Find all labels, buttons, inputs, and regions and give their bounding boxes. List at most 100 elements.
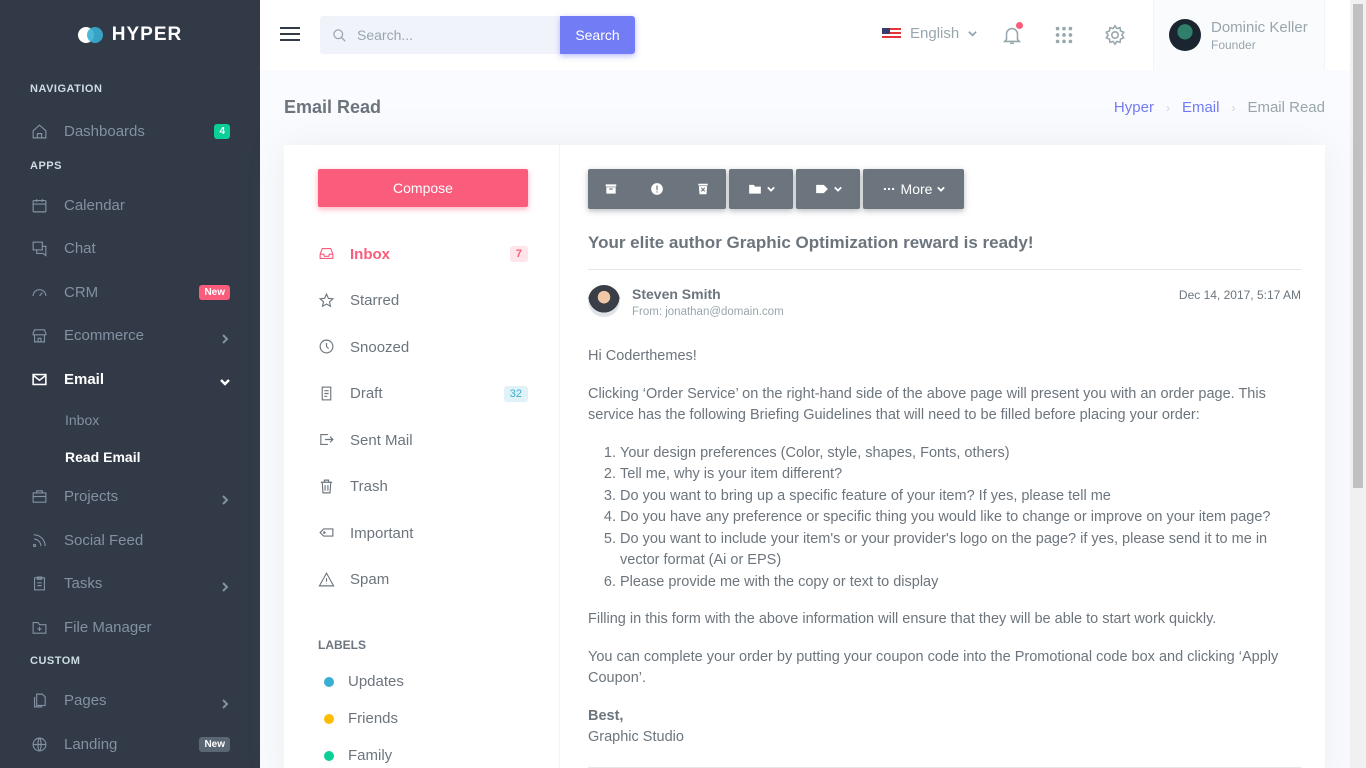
move-to-folder-button[interactable] xyxy=(729,169,793,209)
inbox-icon xyxy=(318,245,336,263)
email-signature: Best, Graphic Studio xyxy=(588,706,1301,749)
folder-starred[interactable]: Starred xyxy=(318,278,528,325)
email-paragraph: Clicking ‘Order Service’ on the right-ha… xyxy=(588,385,1266,424)
notification-dot xyxy=(1016,22,1023,29)
tag-icon xyxy=(318,524,336,542)
folder-spam[interactable]: Spam xyxy=(318,557,528,604)
calendar-icon xyxy=(30,196,48,214)
folder-label: Sent Mail xyxy=(350,431,413,449)
sidebar-item-projects[interactable]: Projects xyxy=(0,475,260,519)
label-family[interactable]: Family xyxy=(324,737,404,768)
draft-count: 32 xyxy=(503,385,528,402)
list-item: Tell me, why is your item different? xyxy=(620,464,1301,486)
sidebar-item-social-feed[interactable]: Social Feed xyxy=(0,519,260,563)
apps-button[interactable] xyxy=(1053,24,1077,48)
section-navigation: NAVIGATION xyxy=(30,83,103,95)
archive-button[interactable] xyxy=(588,169,634,209)
rss-icon xyxy=(30,531,48,549)
brand-logo[interactable]: HYPER xyxy=(0,0,260,70)
delete-icon xyxy=(698,183,708,195)
document-icon xyxy=(318,385,336,403)
sidebar-item-landing[interactable]: Landing New xyxy=(0,723,260,767)
sidebar-item-label: Calendar xyxy=(64,196,125,214)
user-menu[interactable]: Dominic Keller Founder xyxy=(1153,0,1325,70)
search-input[interactable] xyxy=(357,27,537,43)
us-flag-icon xyxy=(882,27,901,40)
sidebar-item-pages[interactable]: Pages xyxy=(0,679,260,723)
list-item: Do you want to bring up a specific featu… xyxy=(620,486,1301,508)
section-custom: CUSTOM xyxy=(30,655,81,667)
folder-important[interactable]: Important xyxy=(318,510,528,557)
folder-label: Trash xyxy=(350,478,388,496)
sidebar-item-label: Chat xyxy=(64,240,96,258)
label-button[interactable] xyxy=(796,169,860,209)
store-icon xyxy=(30,327,48,345)
folder-icon xyxy=(30,618,48,636)
folder-list: Inbox 7 Starred Snoozed Draft 32 Sent Ma… xyxy=(318,231,528,603)
clipboard-icon xyxy=(30,575,48,593)
folder-trash[interactable]: Trash xyxy=(318,464,528,511)
alert-circle-icon xyxy=(651,183,663,195)
settings-button[interactable] xyxy=(1104,24,1128,48)
sidebar-item-calendar[interactable]: Calendar xyxy=(0,184,260,228)
sidebar-item-label: Landing xyxy=(64,735,118,753)
breadcrumb-separator-icon: › xyxy=(1165,100,1170,115)
sidebar-item-label: CRM xyxy=(64,283,99,301)
compose-button[interactable]: Compose xyxy=(318,169,528,207)
topbar: Search English Dominic Keller Founder xyxy=(260,0,1350,70)
sidebar-item-chat[interactable]: Chat xyxy=(0,227,260,271)
label-list: Updates Friends Family xyxy=(324,663,404,768)
crm-badge: New xyxy=(199,284,230,300)
label-updates[interactable]: Updates xyxy=(324,663,404,700)
language-selector[interactable]: English xyxy=(882,25,977,42)
sidebar-item-email[interactable]: Email xyxy=(0,358,260,402)
section-apps: APPS xyxy=(30,159,62,172)
sidebar-item-file-manager[interactable]: File Manager xyxy=(0,606,260,650)
briefcase-icon xyxy=(30,488,48,506)
delete-button[interactable] xyxy=(680,169,726,209)
report-spam-button[interactable] xyxy=(634,169,680,209)
folder-snoozed[interactable]: Snoozed xyxy=(318,324,528,371)
label-friends[interactable]: Friends xyxy=(324,700,404,737)
pages-icon xyxy=(30,692,48,710)
sidebar-item-ecommerce[interactable]: Ecommerce xyxy=(0,314,260,358)
signature-name: Graphic Studio xyxy=(588,729,684,745)
more-button[interactable]: More xyxy=(863,169,964,209)
brand-name: HYPER xyxy=(111,24,183,45)
sidebar-subitem-inbox[interactable]: Inbox xyxy=(0,401,260,438)
folder-draft[interactable]: Draft 32 xyxy=(318,371,528,418)
more-dropdown[interactable]: More xyxy=(863,169,964,209)
search-button[interactable]: Search xyxy=(560,16,635,54)
folder-inbox[interactable]: Inbox 7 xyxy=(318,231,528,278)
folder-sent-mail[interactable]: Sent Mail xyxy=(318,417,528,464)
folder-dropdown[interactable] xyxy=(729,169,793,209)
user-role: Founder xyxy=(1211,37,1256,52)
sidebar-item-crm[interactable]: CRM New xyxy=(0,271,260,315)
breadcrumb-email[interactable]: Email xyxy=(1182,99,1220,116)
scrollbar-thumb[interactable] xyxy=(1353,4,1363,488)
label-dot-icon xyxy=(324,676,334,687)
sidebar-item-dashboards[interactable]: Dashboards 4 xyxy=(0,110,260,154)
mail-icon xyxy=(30,370,48,388)
sidebar-item-tasks[interactable]: Tasks xyxy=(0,562,260,606)
dots-horizontal-icon xyxy=(883,187,894,191)
notifications-button[interactable] xyxy=(1001,22,1025,48)
avatar xyxy=(1169,19,1201,51)
menu-toggle-icon[interactable] xyxy=(280,27,300,43)
label-dropdown[interactable] xyxy=(796,169,860,209)
chat-icon xyxy=(30,240,48,258)
chevron-down-icon xyxy=(937,186,946,192)
trash-icon xyxy=(318,478,336,496)
page-scrollbar[interactable] xyxy=(1350,0,1366,768)
sidebar-item-label: Tasks xyxy=(64,575,103,593)
chevron-right-icon xyxy=(220,331,230,344)
breadcrumb-hyper[interactable]: Hyper xyxy=(1114,99,1154,116)
chevron-right-icon xyxy=(220,492,230,505)
list-item: Please provide me with the copy or text … xyxy=(620,572,1301,594)
label-dot-icon xyxy=(324,713,334,724)
email-card: Compose Inbox 7 Starred Snoozed Draft 32 xyxy=(284,145,1325,768)
sidebar-subitem-read-email[interactable]: Read Email xyxy=(0,438,260,475)
label-text: Friends xyxy=(348,710,399,727)
sidebar: HYPER NAVIGATION Dashboards 4 APPS Calen… xyxy=(0,0,260,768)
sidebar-item-label: Ecommerce xyxy=(64,327,145,345)
